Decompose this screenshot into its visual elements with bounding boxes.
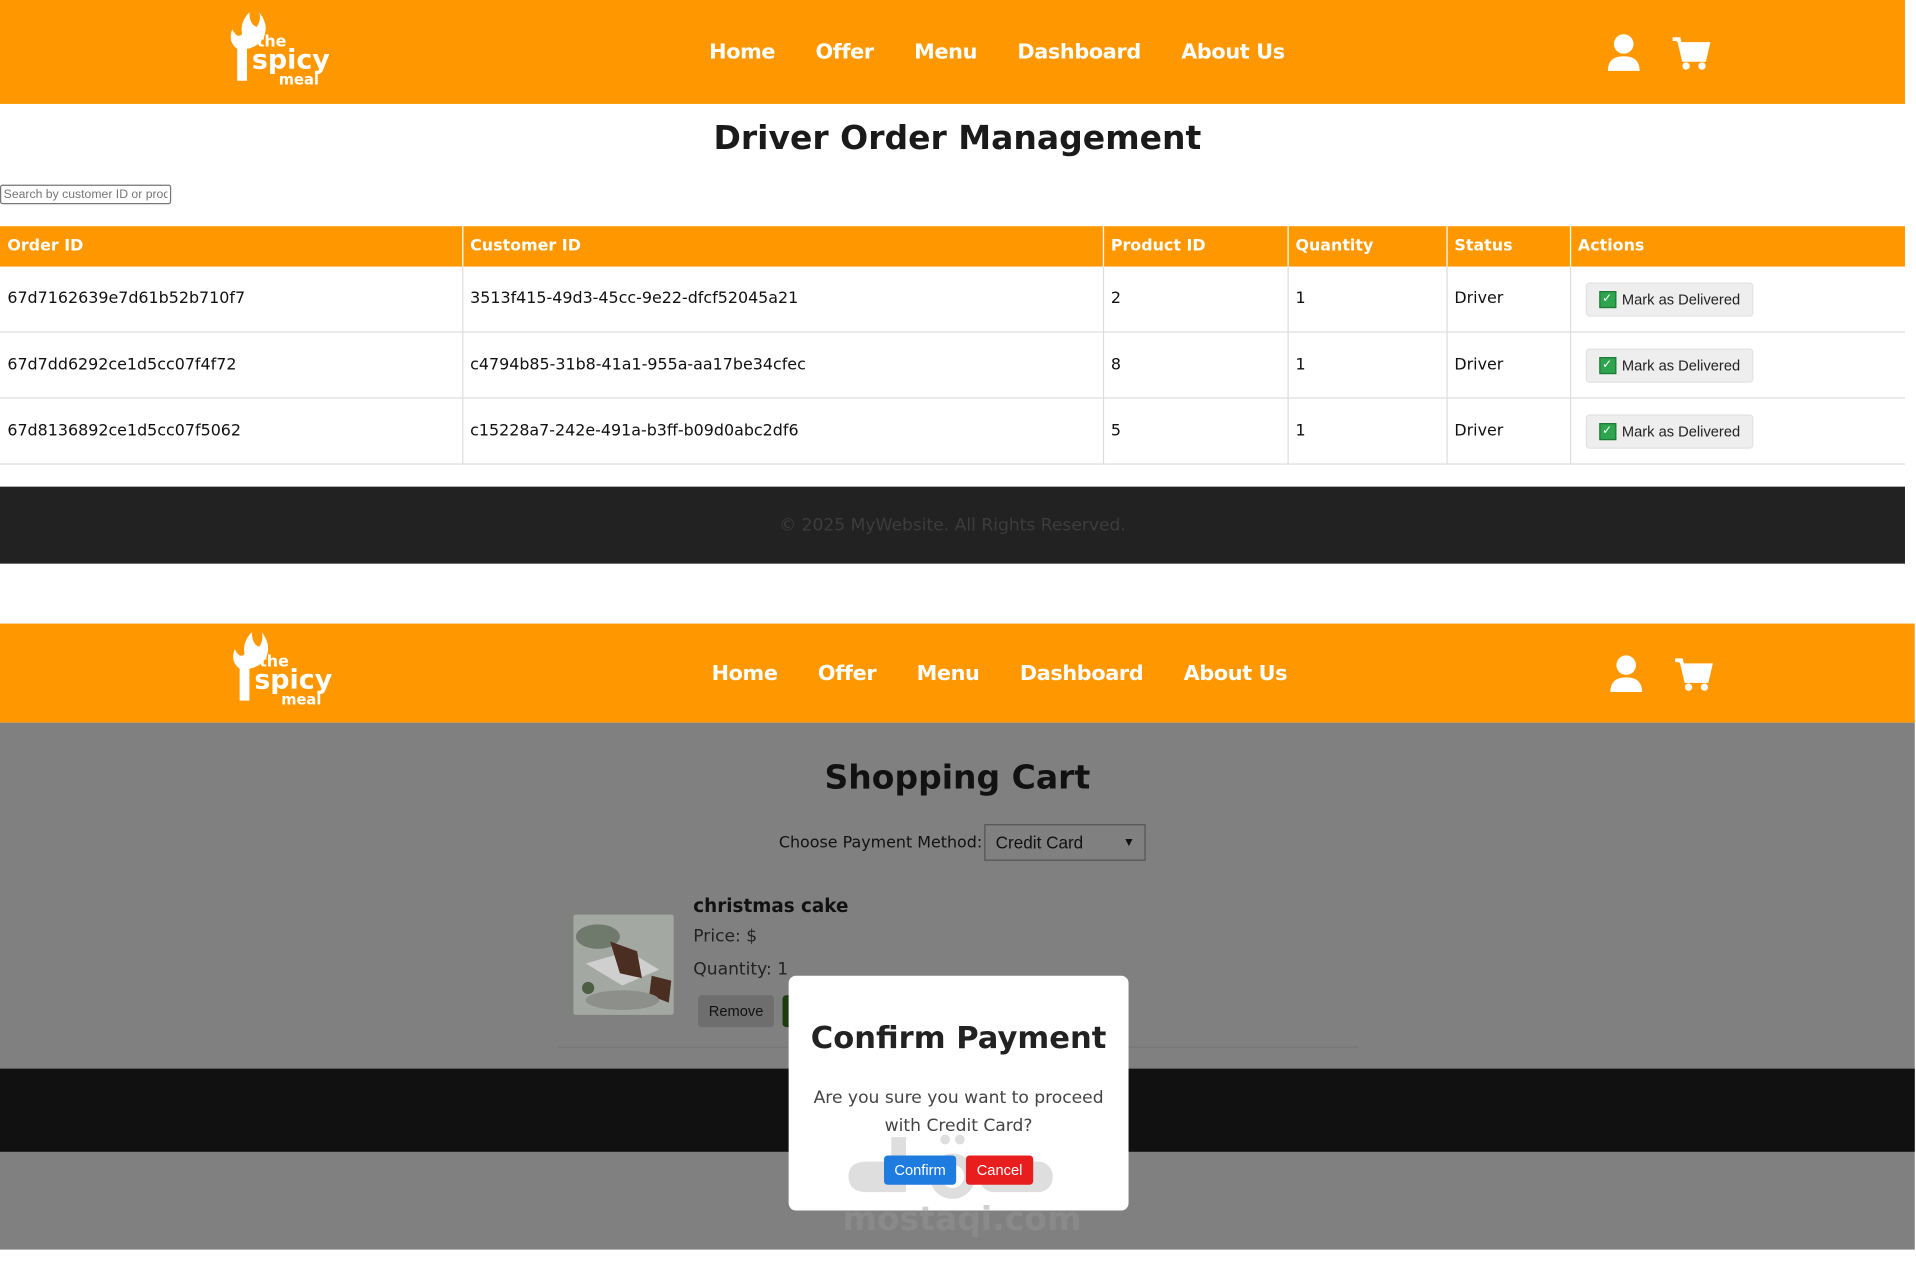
modal-title: Confirm Payment [810, 1019, 1107, 1056]
orders-table: Order ID Customer ID Product ID Quantity… [0, 226, 1905, 465]
nav-offer-link[interactable]: Offer [818, 661, 877, 685]
checkmark-icon: ✓ [1598, 422, 1616, 440]
table-row: 67d7dd6292ce1d5cc07f4f72 c4794b85-31b8-4… [0, 331, 1905, 399]
cell-actions: ✓ Mark as Delivered [1569, 266, 1905, 333]
mark-delivered-button[interactable]: ✓ Mark as Delivered [1585, 347, 1754, 383]
cell-quantity: 1 [1287, 331, 1448, 399]
payment-method-value: Credit Card [995, 832, 1084, 853]
cell-customer-id: c4794b85-31b8-41a1-955a-aa17be34cfec [462, 331, 1104, 399]
item-name: christmas cake [693, 895, 849, 918]
confirm-payment-modal: Confirm Payment Are you sure you want to… [788, 975, 1129, 1211]
cell-quantity: 1 [1287, 266, 1448, 333]
nav-home-link[interactable]: Home [709, 40, 775, 64]
nav-dashboard-link[interactable]: Dashboard [1020, 661, 1144, 685]
logo-word-meal: meal [279, 71, 319, 88]
table-header-row: Order ID Customer ID Product ID Quantity… [0, 226, 1905, 267]
cell-product-id: 5 [1102, 397, 1289, 465]
user-icon[interactable] [1608, 654, 1645, 693]
cart-icon[interactable] [1671, 32, 1711, 71]
user-icon[interactable] [1605, 32, 1642, 71]
mark-delivered-button[interactable]: ✓ Mark as Delivered [1585, 413, 1754, 449]
page-title: Driver Order Management [713, 119, 1202, 158]
column-header-order-id: Order ID [0, 226, 463, 267]
mark-delivered-label: Mark as Delivered [1621, 356, 1741, 374]
column-header-product-id: Product ID [1102, 226, 1289, 267]
cell-order-id: 67d7dd6292ce1d5cc07f4f72 [0, 331, 463, 399]
checkmark-icon: ✓ [1598, 356, 1616, 374]
column-header-customer-id: Customer ID [462, 226, 1104, 267]
checkmark-icon: ✓ [1598, 290, 1616, 308]
cancel-button[interactable]: Cancel [965, 1155, 1034, 1185]
table-row: 67d7162639e7d61b52b710f7 3513f415-49d3-4… [0, 266, 1905, 333]
main-nav: Home Offer Menu Dashboard About Us [709, 0, 1285, 104]
nav-about-link[interactable]: About Us [1184, 661, 1288, 685]
column-header-status: Status [1446, 226, 1571, 267]
cell-status: Driver [1446, 397, 1571, 465]
top-navbar: the spicy meal Home Offer Menu Dashboard… [0, 0, 1905, 104]
cart-page-navbar: the spicy meal Home Offer Menu Dashboard… [0, 623, 1915, 723]
column-header-actions: Actions [1569, 226, 1905, 267]
nav-icons [1605, 0, 1711, 104]
screenshot-canvas: the spicy meal Home Offer Menu Dashboard… [0, 0, 1916, 1258]
nav-offer-link[interactable]: Offer [815, 40, 874, 64]
nav-about-link[interactable]: About Us [1181, 40, 1285, 64]
cell-actions: ✓ Mark as Delivered [1569, 397, 1905, 465]
driver-page-footer: © 2025 MyWebsite. All Rights Reserved. [0, 486, 1905, 564]
cell-order-id: 67d7162639e7d61b52b710f7 [0, 266, 463, 333]
cell-status: Driver [1446, 266, 1571, 333]
main-nav: Home Offer Menu Dashboard About Us [712, 624, 1288, 723]
nav-home-link[interactable]: Home [712, 661, 778, 685]
nav-icons [1608, 624, 1713, 723]
modal-message: Are you sure you want to proceed with Cr… [813, 1088, 1104, 1136]
remove-item-button[interactable]: Remove [698, 995, 774, 1028]
table-row: 67d8136892ce1d5cc07f5062 c15228a7-242e-4… [0, 397, 1905, 465]
copyright-text: © 2025 MyWebsite. All Rights Reserved. [779, 515, 1126, 535]
mark-delivered-label: Mark as Delivered [1621, 422, 1741, 440]
item-quantity: Quantity: 1 [693, 959, 789, 980]
column-header-quantity: Quantity [1287, 226, 1448, 267]
cart-icon[interactable] [1674, 654, 1713, 693]
nav-dashboard-link[interactable]: Dashboard [1017, 40, 1141, 64]
cell-customer-id: 3513f415-49d3-45cc-9e22-dfcf52045a21 [462, 266, 1104, 333]
search-input[interactable] [0, 184, 172, 205]
cell-customer-id: c15228a7-242e-491a-b3ff-b09d0abc2df6 [462, 397, 1104, 465]
nav-menu-link[interactable]: Menu [917, 661, 980, 685]
spicy-meal-logo-icon: the spicy meal [230, 12, 330, 88]
cell-quantity: 1 [1287, 397, 1448, 465]
mark-delivered-button[interactable]: ✓ Mark as Delivered [1585, 281, 1754, 317]
cake-image [573, 914, 674, 1015]
cell-order-id: 67d8136892ce1d5cc07f5062 [0, 397, 463, 465]
nav-menu-link[interactable]: Menu [914, 40, 977, 64]
mark-delivered-label: Mark as Delivered [1621, 290, 1741, 308]
payment-method-select[interactable]: Credit Card ▼ [984, 824, 1147, 861]
cell-product-id: 2 [1102, 266, 1289, 333]
item-price: Price: $ [693, 926, 758, 947]
logo-word-meal: meal [281, 691, 321, 708]
confirm-button[interactable]: Confirm [884, 1155, 957, 1185]
payment-method-row: Choose Payment Method: Credit Card ▼ [778, 824, 1147, 861]
cell-status: Driver [1446, 331, 1571, 399]
payment-method-label: Choose Payment Method: [778, 833, 983, 852]
chevron-down-icon: ▼ [1122, 835, 1136, 850]
cell-actions: ✓ Mark as Delivered [1569, 331, 1905, 399]
logo[interactable]: the spicy meal [220, 7, 342, 88]
spicy-meal-logo-icon: the spicy meal [233, 632, 333, 708]
cell-product-id: 8 [1102, 331, 1289, 399]
logo[interactable]: the spicy meal [223, 627, 345, 708]
cart-title: Shopping Cart [824, 759, 1091, 798]
